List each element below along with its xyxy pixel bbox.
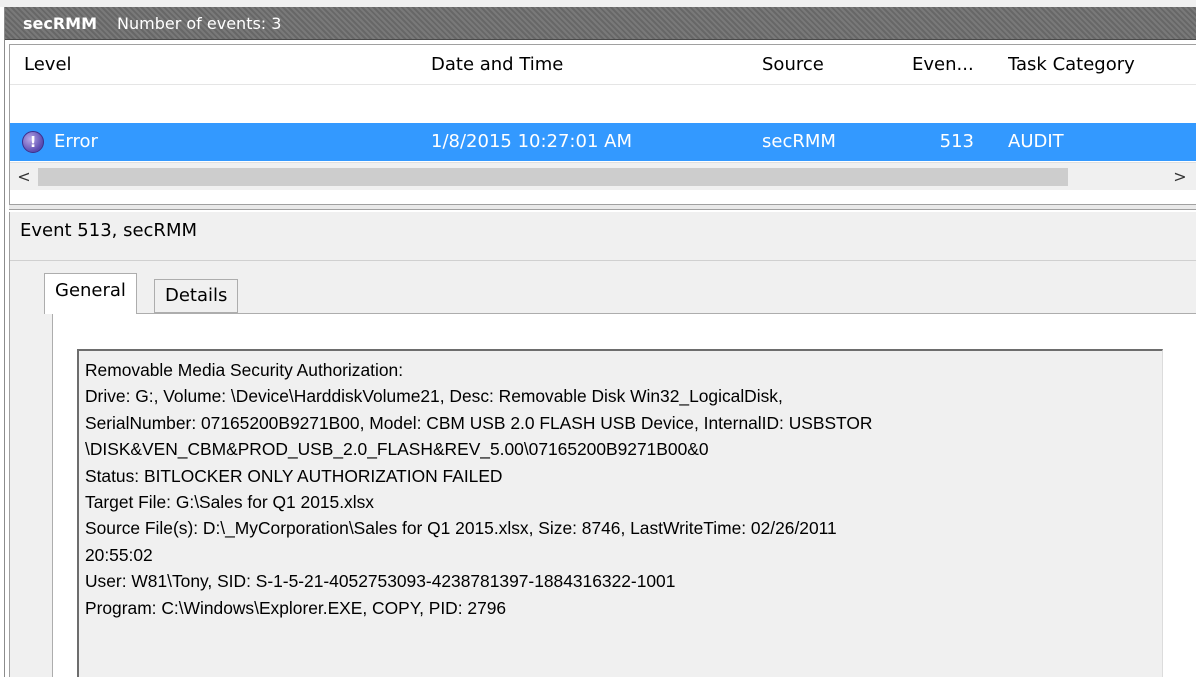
event-details-title: Event 513, secRMM xyxy=(20,220,198,241)
log-header-bar: secRMM Number of events: 3 xyxy=(5,7,1196,40)
cell-task-category: AUDIT xyxy=(1008,131,1064,152)
column-header-source[interactable]: Source xyxy=(762,45,902,85)
tab-general-content: Removable Media Security Authorization: D… xyxy=(52,313,1196,677)
message-line: Removable Media Security Authorization: xyxy=(85,360,404,380)
event-details-panel: Event 513, secRMM General Details Remova… xyxy=(9,212,1196,677)
event-count: Number of events: 3 xyxy=(117,13,282,33)
message-line: \DISK&VEN_CBM&PROD_USB_2.0_FLASH&REV_5.0… xyxy=(85,439,709,460)
error-icon: ! xyxy=(22,131,44,153)
message-line: Drive: G:, Volume: \Device\HarddiskVolum… xyxy=(85,386,783,407)
top-strip xyxy=(0,0,1196,7)
column-headers: Level Date and Time Source Even... Task … xyxy=(10,45,1196,85)
table-row-selected[interactable]: ! Error 1/8/2015 10:27:01 AM secRMM 513 … xyxy=(10,123,1196,161)
tab-details[interactable]: Details xyxy=(154,279,239,313)
message-line: Status: BITLOCKER ONLY AUTHORIZATION FAI… xyxy=(85,465,503,486)
message-line: User: W81\Tony, SID: S-1-5-21-4052753093… xyxy=(85,571,676,592)
divider xyxy=(10,260,1196,261)
horizontal-scrollbar[interactable]: < > xyxy=(10,162,1196,190)
message-line: Program: C:\Windows\Explorer.EXE, COPY, … xyxy=(85,597,507,618)
log-title: secRMM xyxy=(23,13,98,33)
event-viewer-window: secRMM Number of events: 3 Level Date an… xyxy=(4,7,1196,677)
message-line: 20:55:02 xyxy=(85,544,153,565)
cell-date-time: 1/8/2015 10:27:01 AM xyxy=(431,131,632,152)
tab-general[interactable]: General xyxy=(44,273,137,314)
event-list: Level Date and Time Source Even... Task … xyxy=(9,44,1196,205)
message-line: SerialNumber: 07165200B9271B00, Model: C… xyxy=(85,412,873,433)
event-message-box[interactable]: Removable Media Security Authorization: D… xyxy=(77,349,1163,677)
column-header-level[interactable]: Level xyxy=(24,45,424,85)
column-header-date-time[interactable]: Date and Time xyxy=(431,45,751,85)
column-header-event-id[interactable]: Even... xyxy=(912,45,996,85)
cell-source: secRMM xyxy=(762,131,836,152)
cell-event-id: 513 xyxy=(939,131,974,152)
column-header-task-category[interactable]: Task Category xyxy=(1008,45,1196,85)
scroll-left-icon[interactable]: < xyxy=(12,163,36,191)
scrollbar-thumb[interactable] xyxy=(38,168,1068,186)
message-line: Target File: G:\Sales for Q1 2015.xlsx xyxy=(85,492,374,513)
scroll-right-icon[interactable]: > xyxy=(1168,163,1192,191)
pane-splitter[interactable] xyxy=(9,205,1196,210)
message-line: Source File(s): D:\_MyCorporation\Sales … xyxy=(85,518,837,539)
cell-level: Error xyxy=(54,131,98,152)
